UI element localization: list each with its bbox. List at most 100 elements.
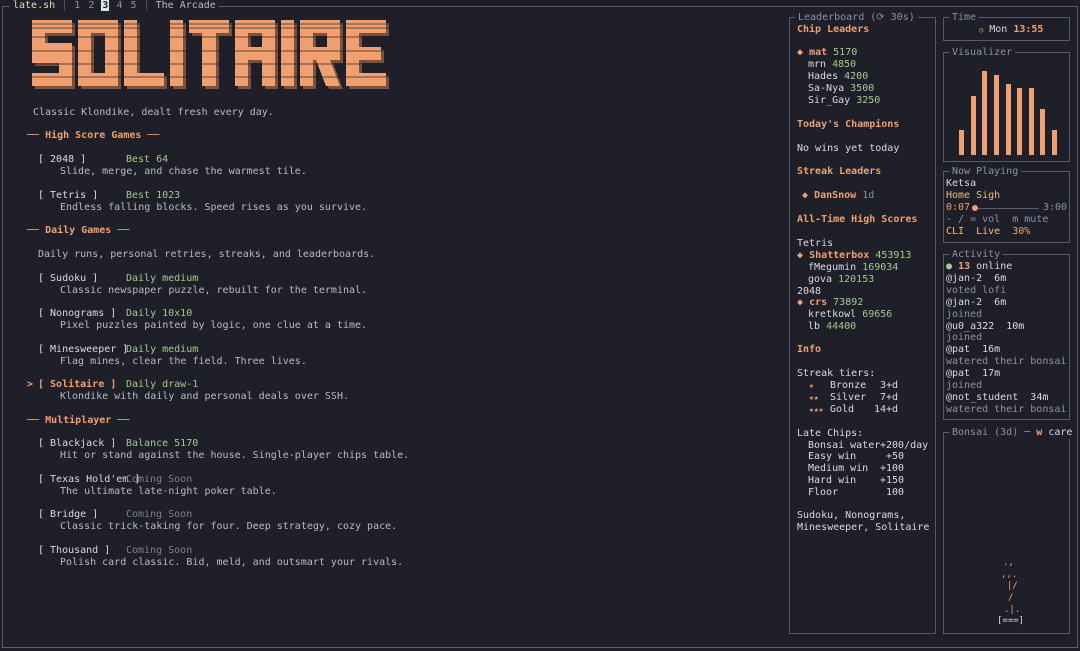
progress-handle[interactable]	[971, 205, 978, 211]
game-title-solitaire[interactable]: [ Solitaire ]	[38, 379, 116, 391]
game-desc-holdem: The ultimate late-night poker table.	[60, 486, 277, 497]
leader-marker-icon: ◆	[797, 47, 804, 58]
game-status-sudoku: Daily medium	[126, 273, 199, 284]
score-row: fMegumin 169034	[808, 262, 899, 273]
game-title-holdem[interactable]: [ Texas Hold'em ]	[38, 474, 140, 486]
bonsai-title: Bonsai (3d) ─ w care	[949, 427, 1076, 439]
game-status-thousand: Coming Soon	[126, 545, 193, 556]
activity-user-line: @pat 17m	[946, 368, 1001, 379]
chip-leader-row: Hades 4200	[808, 71, 869, 82]
solitaire-logo	[32, 20, 392, 89]
game-title-blackjack[interactable]: [ Blackjack ]	[38, 438, 116, 450]
selection-cursor: >	[27, 379, 34, 390]
games-list-line: Sudoku, Nonograms,	[797, 510, 906, 521]
tab-3[interactable]: 3	[101, 0, 110, 11]
app-brand[interactable]: late.sh	[13, 0, 55, 11]
game-title-nonograms[interactable]: [ Nonograms ]	[38, 308, 116, 320]
bonsai-art-line: ,,.	[1001, 570, 1018, 580]
visualizer-bar	[1005, 84, 1011, 155]
game-desc-sudoku: Classic newspaper puzzle, rebuilt for th…	[60, 285, 368, 296]
chip-rule-name: Easy win	[808, 451, 857, 462]
now-playing-title: Now Playing	[949, 166, 1022, 178]
time-title: Time	[949, 12, 980, 24]
tab-5[interactable]: 5	[130, 0, 138, 11]
activity-user-line: @jan-2 6m	[946, 297, 1007, 308]
tab-2[interactable]: 2	[87, 0, 95, 11]
activity-action: watered their bonsai	[946, 404, 1067, 415]
live-label: Live	[976, 226, 1001, 237]
game-title-sudoku[interactable]: [ Sudoku ]	[38, 273, 98, 285]
chip-leaders-heading: Chip Leaders	[797, 24, 870, 35]
progress-track[interactable]	[972, 208, 1039, 209]
cli-label: CLI	[946, 226, 965, 237]
tetris-scores-label: Tetris	[797, 238, 834, 249]
track-artist: Ketsa	[946, 178, 977, 189]
game-status-tetris: Best 1023	[126, 190, 181, 201]
game-status-2048: Best 64	[126, 154, 169, 165]
champions-text: No wins yet today	[797, 143, 900, 154]
track-title: Home Sigh	[946, 190, 1001, 201]
score-row: ◆ crs 73892	[797, 297, 864, 308]
activity-action: joined	[946, 332, 983, 343]
chip-rule-name: Hard win	[808, 475, 857, 486]
activity-action: watered their bonsai	[946, 356, 1067, 367]
visualizer-bar	[1028, 88, 1034, 155]
bronze-star-icon: ★	[809, 381, 814, 390]
visualizer-panel: Visualizer	[943, 47, 1070, 162]
tab-1[interactable]: 1	[73, 0, 81, 11]
leader-marker-icon: ◆	[797, 250, 804, 261]
section-daily: ── Daily Games ──	[27, 225, 130, 236]
game-desc-thousand: Polish card classic. Bid, meld, and outs…	[60, 557, 404, 568]
chip-leader-row: Sir_Gay 3250	[808, 95, 881, 106]
games-list-line: Minesweeper, Solitaire	[797, 522, 930, 533]
daily-description: Daily runs, personal retries, streaks, a…	[38, 249, 376, 260]
score-row: ◆ Shatterbox 453913	[797, 250, 912, 261]
tier-name: Gold	[830, 404, 855, 415]
alltime-heading: All-Time High Scores	[797, 214, 918, 225]
section-high-score: ── High Score Games ──	[27, 130, 160, 141]
champions-heading: Today's Champions	[797, 119, 900, 130]
late-chips-label: Late Chips:	[797, 428, 864, 439]
game-status-minesweeper: Daily medium	[126, 344, 199, 355]
game-title-minesweeper[interactable]: [ Minesweeper ]	[38, 344, 128, 356]
tier-requirement: 3+d	[880, 380, 899, 391]
game-desc-solitaire: Klondike with daily and personal deals o…	[60, 391, 349, 402]
tab-4[interactable]: 4	[115, 0, 123, 11]
online-count-row: ● 13 online	[946, 261, 1013, 272]
game-title-thousand[interactable]: [ Thousand ]	[38, 545, 110, 557]
activity-action: voted lofi	[946, 285, 1007, 296]
visualizer-bar	[993, 75, 999, 155]
visualizer-bar	[982, 71, 988, 155]
tagline: Classic Klondike, dealt fresh every day.	[33, 107, 274, 118]
gold-star-icon: ★★★	[809, 405, 824, 414]
chip-rule-value: +100	[880, 463, 905, 474]
streak-heading: Streak Leaders	[797, 166, 882, 177]
game-title-tetris[interactable]: [ Tetris ]	[38, 190, 98, 202]
game-title-2048[interactable]: [ 2048 ]	[38, 154, 86, 166]
chip-leader-row: ◆ mat 5170	[797, 47, 858, 58]
activity-user-line: @jan-2 6m	[946, 273, 1007, 284]
page-title: The Arcade	[155, 0, 216, 11]
tier-requirement: 14+d	[874, 404, 899, 415]
score-row: gova 120153	[808, 274, 875, 285]
bonsai-panel: Bonsai (3d) ─ w care	[943, 427, 1076, 634]
streak-row: ◆ DanSnow 1d	[802, 190, 875, 201]
bonsai-art-line: |/	[1007, 581, 1018, 591]
stream-status: CLI Live 30%	[946, 226, 1030, 238]
game-title-bridge[interactable]: [ Bridge ]	[38, 509, 98, 521]
clock-readout: ◷ Mon 13:55	[979, 24, 1044, 35]
track-duration: 3:00	[1043, 202, 1068, 213]
activity-user-line: @not_student 34m	[946, 392, 1049, 403]
tier-requirement: 7+d	[880, 392, 899, 403]
bonsai-art-line: .,	[1003, 558, 1014, 568]
activity-title: Activity	[949, 249, 1004, 261]
game-desc-blackjack: Hit or stand against the house. Single-p…	[60, 450, 410, 461]
game-desc-2048: Slide, merge, and chase the warmest tile…	[60, 166, 307, 177]
visualizer-bar	[1040, 109, 1046, 155]
leaderboard-title: Leaderboard (⟳ 30s)	[795, 12, 918, 24]
game-status-blackjack: Balance 5170	[126, 438, 199, 449]
visualizer-bar	[970, 96, 976, 155]
game-desc-minesweeper: Flag mines, clear the field. Three lives…	[60, 356, 307, 367]
volume-level: 30%	[1012, 226, 1031, 237]
score-row: lb 44400	[808, 321, 857, 332]
